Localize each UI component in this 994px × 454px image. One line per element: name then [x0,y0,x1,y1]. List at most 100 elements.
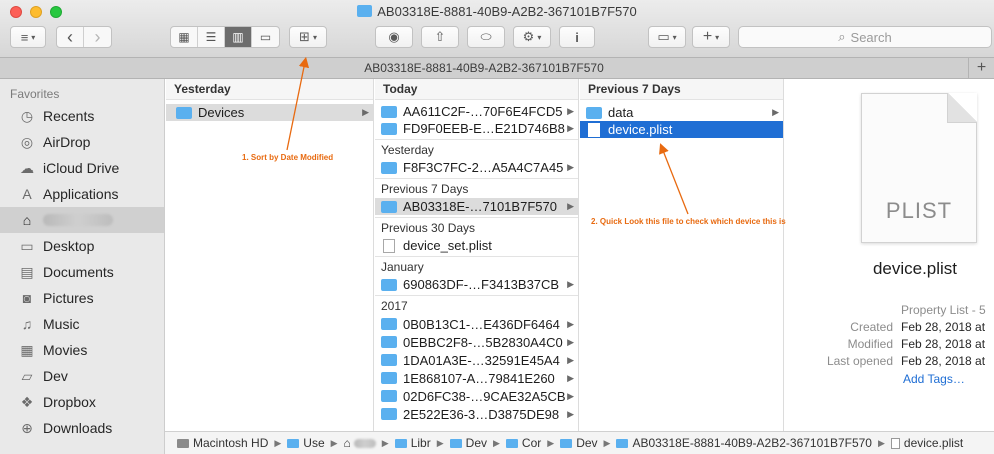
gallery-view-button[interactable]: ▭ [252,27,279,47]
cloud-icon: ☁ [20,159,34,176]
path-crumb[interactable]: ⌂ [344,436,376,450]
list-item[interactable]: F8F3C7FC-2…A5A4C7A45 ▶ [375,159,578,176]
column-3: Previous 7 Days data ▶ device.plist [580,79,784,431]
folder-icon [381,390,397,402]
chevron-right-icon: ▶ [567,162,574,172]
view-options-button[interactable]: ≡ ▾ [10,26,46,48]
document-icon [890,437,900,449]
list-item[interactable]: 0EBBC2F8-…5B2830A4C0 ▶ [375,333,578,351]
path-crumb[interactable]: device.plist [890,436,963,450]
sidebar-item-applications[interactable]: A Applications [0,181,164,207]
sidebar: Favorites ◷ Recents ◎ AirDrop ☁ iCloud Driv… [0,79,165,454]
get-info-button[interactable]: i [559,26,595,48]
sidebar-item-music[interactable]: ♫ Music [0,311,164,337]
share-button[interactable]: ⇧ [421,26,459,48]
path-crumb[interactable]: Use [287,436,325,450]
icon-view-button[interactable]: ▦ [171,27,198,47]
navigation-segment: ‹ › [56,26,112,48]
path-crumb[interactable]: Cor [505,436,541,450]
sidebar-toggle-button[interactable]: ▭ ▾ [648,26,686,48]
group-by-button[interactable]: ⊞ ▾ [289,26,327,48]
list-item[interactable]: 1DA01A3E-…32591E45A4 ▶ [375,351,578,369]
sidebar-item-icloud-drive[interactable]: ☁ iCloud Drive [0,155,164,181]
column-2: Today AA611C2F-…70F6E4FCD5 ▶ FD9F0EEB-E…E… [375,79,579,431]
folder-icon [176,106,192,119]
list-item[interactable]: 0B0B13C1-…E436DF6464 ▶ [375,315,578,333]
column-header[interactable]: Previous 7 Days [580,79,783,100]
chevron-down-icon: ▾ [312,32,317,42]
column-header[interactable]: Yesterday [166,79,373,100]
gear-icon: ⚙ [522,29,535,44]
document-icon [588,122,600,137]
column-view-button[interactable]: ▥ [225,27,252,47]
tab-current[interactable]: AB03318E-8881-40B9-A2B2-367101B7F570 [0,58,968,78]
chevron-right-icon: ▶ [567,318,574,329]
list-item[interactable]: 690863DF-…F3413B37CB ▶ [375,276,578,293]
folder-icon [394,438,407,448]
sidebar-item-dev[interactable]: ▱ Dev [0,363,164,389]
tag-button[interactable]: ⬭ [467,26,505,48]
forward-button[interactable]: › [84,27,111,47]
share-icon: ⇧ [434,29,446,44]
chevron-right-icon: ▶ [567,123,574,133]
new-tab-button[interactable]: + [968,58,994,78]
folder-icon [381,408,397,420]
sidebar-header: Favorites [10,87,60,101]
back-button[interactable]: ‹ [57,27,84,47]
sidebar-item-downloads[interactable]: ⊕ Downloads [0,415,164,441]
new-item-button[interactable]: + ▾ [692,26,730,48]
path-crumb[interactable]: Libr [394,436,431,450]
sidebar-item-recents[interactable]: ◷ Recents [0,103,164,129]
folder-icon [381,336,397,348]
list-item[interactable]: AA611C2F-…70F6E4FCD5 ▶ [375,103,578,120]
list-item[interactable]: FD9F0EEB-E…E21D746B8 ▶ [375,120,578,137]
list-item[interactable]: 1E868107-A…79841E260 ▶ [375,369,578,387]
search-field[interactable]: ⌕ Search [738,26,992,48]
chevron-right-icon: ▶ [547,437,555,448]
list-item[interactable]: 2E522E36-3…D3875DE98 ▶ [375,405,578,423]
chevron-right-icon: ▶ [772,107,779,117]
dropbox-icon: ❖ [20,393,34,410]
downloads-icon: ⊕ [21,419,33,436]
action-button[interactable]: ⚙ ▾ [513,26,551,48]
list-item[interactable]: device_set.plist [375,237,578,254]
list-item[interactable]: 02D6FC38-…9CAE32A5CB ▶ [375,387,578,405]
group-header: January [375,256,578,276]
group-header: Yesterday [375,139,578,159]
group-icon: ⊞ [299,29,310,44]
group-header: 2017 [375,295,578,315]
list-item-device-plist[interactable]: device.plist [580,121,783,138]
path-crumb[interactable]: Dev [449,436,487,450]
column-header[interactable]: Today [375,79,578,100]
desktop-icon: ▭ [20,237,34,254]
path-crumb[interactable]: Macintosh HD [177,436,268,450]
list-item-data[interactable]: data ▶ [580,104,783,121]
path-crumb[interactable]: AB03318E-8881-40B9-A2B2-367101B7F570 [616,436,872,450]
sidebar-item-desktop[interactable]: ▭ Desktop [0,233,164,259]
film-icon: ▦ [20,341,34,358]
chevron-right-icon: ▶ [567,106,574,116]
chevron-down-icon: ▾ [715,32,720,42]
home-icon: ⌂ [22,212,32,228]
column-1: Yesterday Devices ▶ [166,79,374,431]
quick-look-button[interactable]: ◉ [375,26,413,48]
list-item-selected[interactable]: AB03318E-…7101B7F570 ▶ [375,198,578,215]
folder-icon [381,372,397,384]
chevron-right-icon: ▶ [274,437,282,448]
path-crumb[interactable]: Dev [560,436,598,450]
sidebar-item-pictures[interactable]: ◙ Pictures [0,285,164,311]
annotation-quick-look: 2. Quick Look this file to check which d… [591,217,786,226]
sidebar-item-documents[interactable]: ▤ Documents [0,259,164,285]
sidebar-item-home[interactable]: ⌂ [0,207,164,233]
group-header: Previous 7 Days [375,178,578,198]
list-item-devices[interactable]: Devices ▶ [166,104,373,121]
list-icon: ≡ [20,29,29,45]
add-tags-link[interactable]: Add Tags… [903,372,965,386]
sidebar-item-airdrop[interactable]: ◎ AirDrop [0,129,164,155]
clock-icon: ◷ [20,107,34,124]
chevron-right-icon: ▶ [567,390,574,401]
list-view-button[interactable]: ☰ [198,27,225,47]
sidebar-item-dropbox[interactable]: ❖ Dropbox [0,389,164,415]
sidebar-item-movies[interactable]: ▦ Movies [0,337,164,363]
tag-icon: ⬭ [480,29,492,44]
